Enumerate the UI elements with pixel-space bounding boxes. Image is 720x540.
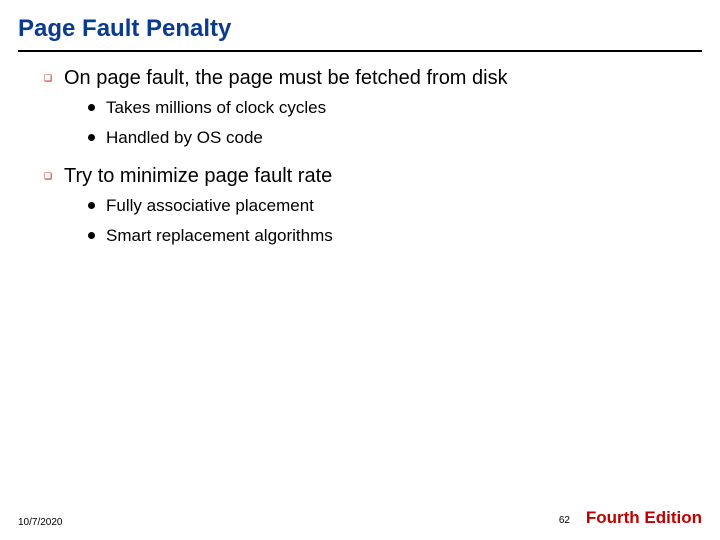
bullet-l1-text: Try to minimize page fault rate: [64, 164, 332, 188]
sublist: Takes millions of clock cycles Handled b…: [44, 90, 702, 158]
dot-bullet-icon: [88, 128, 106, 146]
bullet-l1: ❑ On page fault, the page must be fetche…: [44, 66, 702, 90]
square-bullet-icon: ❑: [44, 66, 64, 90]
bullet-l2-text: Fully associative placement: [106, 196, 314, 216]
bullet-l1: ❑ Try to minimize page fault rate: [44, 164, 702, 188]
slide-title: Page Fault Penalty: [18, 16, 702, 42]
footer-page-number: 62: [559, 515, 570, 526]
dot-bullet-icon: [88, 98, 106, 116]
footer: 10/7/2020 62 Fourth Edition: [0, 504, 720, 528]
footer-date: 10/7/2020: [18, 517, 63, 528]
square-bullet-icon: ❑: [44, 164, 64, 188]
bullet-l2-text: Smart replacement algorithms: [106, 226, 333, 246]
bullet-l1-text: On page fault, the page must be fetched …: [64, 66, 508, 90]
bullet-l2: Handled by OS code: [88, 128, 702, 148]
slide: Page Fault Penalty ❑ On page fault, the …: [0, 0, 720, 540]
content-area: ❑ On page fault, the page must be fetche…: [0, 52, 720, 256]
bullet-l2-text: Takes millions of clock cycles: [106, 98, 326, 118]
bullet-l2: Takes millions of clock cycles: [88, 98, 702, 118]
dot-bullet-icon: [88, 226, 106, 244]
sublist: Fully associative placement Smart replac…: [44, 188, 702, 256]
title-area: Page Fault Penalty: [0, 0, 720, 46]
footer-edition: Fourth Edition: [586, 508, 702, 528]
dot-bullet-icon: [88, 196, 106, 214]
bullet-l2: Smart replacement algorithms: [88, 226, 702, 246]
bullet-l2-text: Handled by OS code: [106, 128, 263, 148]
bullet-l2: Fully associative placement: [88, 196, 702, 216]
